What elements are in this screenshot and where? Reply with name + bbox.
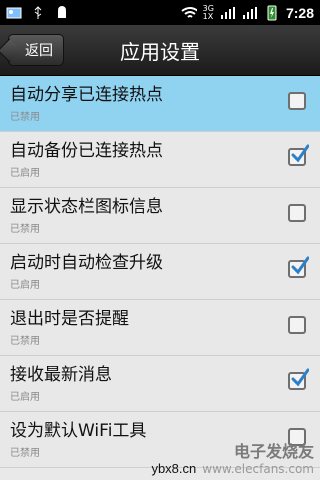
signal-icon [220,6,236,20]
setting-checkbox[interactable] [288,256,309,278]
watermark-logo: 电子发烧友 www.elecfans.com [202,438,314,476]
back-button-label: 返回 [25,43,53,59]
setting-title: 退出时是否提醒 [10,309,129,329]
back-button[interactable]: 返回 [8,34,64,66]
usb-icon [30,5,46,20]
setting-status: 已禁用 [10,336,40,347]
watermark: ybx8.cn 电子发烧友 www.elecfans.com [151,438,314,476]
setting-checkbox[interactable] [288,316,306,334]
battery-charging-icon [264,5,280,20]
wifi-icon [181,6,197,20]
android-icon [54,5,70,20]
setting-title: 启动时自动检查升级 [10,253,163,273]
checkmark-icon [291,144,309,163]
network-bottom-label: 1X [202,11,214,21]
watermark-site-text: ybx8.cn [151,461,197,476]
watermark-logo-sub: www.elecfans.com [202,462,314,476]
setting-status: 已启用 [10,168,40,179]
title-bar: 返回 应用设置 [0,25,320,76]
setting-checkbox[interactable] [288,92,306,110]
setting-status: 已禁用 [10,224,40,235]
checkmark-icon [291,368,309,387]
setting-checkbox[interactable] [288,368,309,390]
setting-title: 显示状态栏图标信息 [10,197,163,217]
clock: 7:28 [285,4,314,21]
setting-row-auto-backup[interactable]: 自动备份已连接热点 已启用 [0,132,320,188]
setting-status: 已禁用 [10,112,40,123]
signal-icon [242,6,258,20]
settings-list: 自动分享已连接热点 已禁用 自动备份已连接热点 已启用 显示状态栏图标信息 已禁… [0,76,320,468]
watermark-logo-main: 电子发烧友 [233,442,314,461]
setting-row-receive-news[interactable]: 接收最新消息 已启用 [0,356,320,412]
setting-checkbox[interactable] [288,144,309,166]
photo-icon [6,6,22,20]
setting-row-statusbar-icon[interactable]: 显示状态栏图标信息 已禁用 [0,188,320,244]
status-bar: 3G 1X 7:28 [0,0,320,25]
setting-checkbox[interactable] [288,204,306,222]
setting-status: 已启用 [10,280,40,291]
setting-row-auto-update[interactable]: 启动时自动检查升级 已启用 [0,244,320,300]
setting-row-auto-share[interactable]: 自动分享已连接热点 已禁用 [0,76,320,132]
network-type: 3G 1X [202,4,214,21]
setting-title: 自动备份已连接热点 [10,141,163,161]
setting-status: 已启用 [10,392,40,403]
setting-title: 自动分享已连接热点 [10,85,163,105]
setting-row-exit-reminder[interactable]: 退出时是否提醒 已禁用 [0,300,320,356]
checkmark-icon [291,256,309,275]
setting-title: 接收最新消息 [10,365,112,385]
